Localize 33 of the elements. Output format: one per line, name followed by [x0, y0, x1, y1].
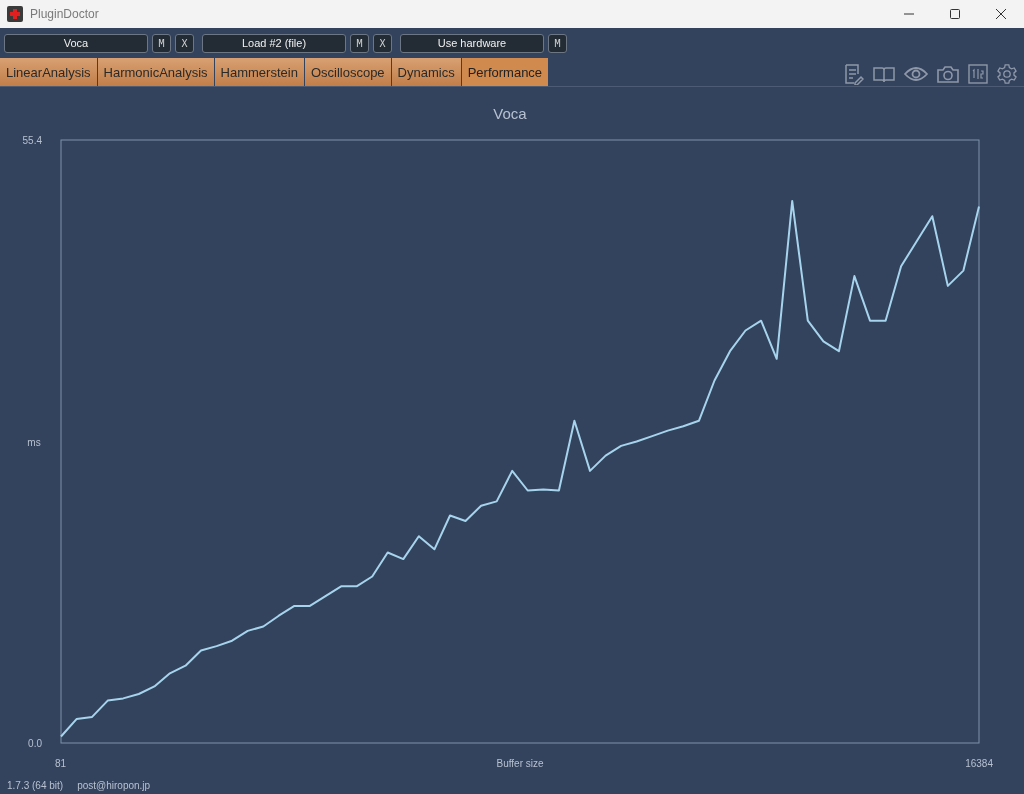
- eye-icon[interactable]: [904, 65, 928, 83]
- slot-small-button[interactable]: M: [152, 33, 171, 53]
- y-tick-label: 0.0: [28, 738, 42, 749]
- slot-small-button[interactable]: X: [373, 33, 392, 53]
- camera-icon[interactable]: [936, 64, 960, 84]
- analysis-tab[interactable]: Oscilloscope: [304, 58, 391, 86]
- analysis-tab[interactable]: LinearAnalysis: [0, 58, 97, 86]
- x-axis-label: Buffer size: [496, 758, 544, 769]
- book-icon[interactable]: [872, 64, 896, 84]
- close-icon[interactable]: [996, 9, 1006, 19]
- maximize-icon[interactable]: [950, 9, 960, 19]
- analysis-tab[interactable]: Dynamics: [391, 58, 461, 86]
- window-title: PluginDoctor: [30, 7, 99, 21]
- chart-title: Voca: [493, 105, 527, 122]
- version-label: 1.7.3 (64 bit): [7, 780, 64, 791]
- split-view-icon[interactable]: [968, 64, 988, 84]
- analysis-tab[interactable]: HarmonicAnalysis: [97, 58, 214, 86]
- notes-icon[interactable]: [842, 63, 864, 85]
- y-axis-label: ms: [27, 436, 41, 448]
- slot-small-button[interactable]: M: [350, 33, 369, 53]
- plugin-slot-button[interactable]: Voca: [4, 33, 148, 53]
- settings-icon[interactable]: [996, 63, 1018, 85]
- analysis-tab[interactable]: Hammerstein: [214, 58, 304, 86]
- app-logo-icon: [7, 6, 23, 22]
- x-tick-label: 81: [55, 758, 67, 769]
- contact-email: post@hiropon.jp: [77, 780, 151, 791]
- plugin-slot-button[interactable]: Use hardware: [400, 33, 544, 53]
- slot-small-button[interactable]: X: [175, 33, 194, 53]
- slot-small-button[interactable]: M: [548, 33, 567, 53]
- plugin-slot-button[interactable]: Load #2 (file): [202, 33, 346, 53]
- x-tick-label: 16384: [965, 758, 993, 769]
- y-tick-label: 55.4: [22, 135, 42, 146]
- analysis-tab[interactable]: Performance: [461, 58, 549, 86]
